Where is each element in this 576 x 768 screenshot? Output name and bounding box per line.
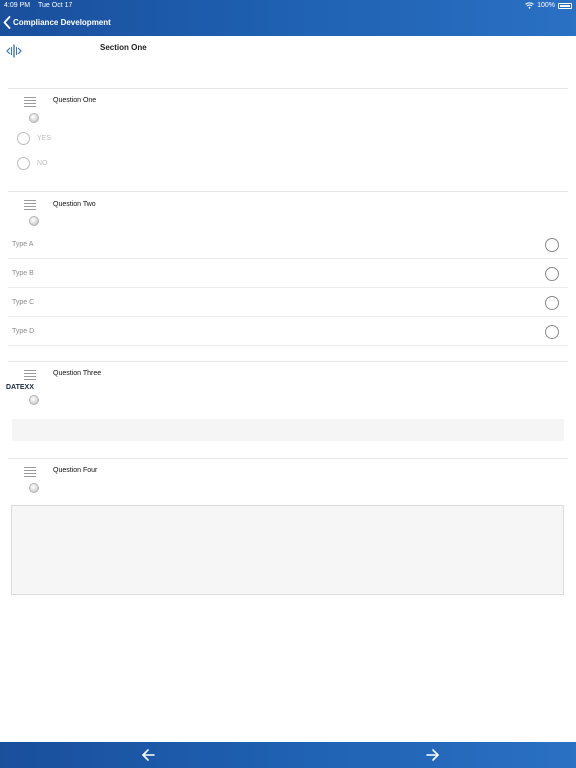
date-input[interactable] <box>12 419 564 441</box>
option-divider <box>8 345 568 346</box>
section-toggle[interactable] <box>6 44 22 58</box>
datexx-tag: DATEXX <box>6 384 34 391</box>
divider <box>8 361 568 362</box>
radio-no[interactable] <box>17 157 30 170</box>
divider <box>8 458 568 459</box>
option-divider <box>8 258 568 259</box>
radio-yes[interactable] <box>17 132 30 145</box>
question-three-label: Question Three <box>53 370 102 377</box>
expand-horizontal-icon <box>6 44 22 58</box>
question-two-label: Question Two <box>53 201 96 208</box>
list-icon <box>24 200 36 212</box>
list-icon <box>24 97 36 109</box>
option-type-b-radio[interactable] <box>545 267 559 281</box>
wifi-icon <box>525 2 534 9</box>
battery-percent: 100% <box>537 2 555 9</box>
chevron-left-icon <box>3 16 11 29</box>
answer-textarea[interactable] <box>11 505 564 595</box>
divider <box>8 88 568 89</box>
status-bar: 4:09 PM Tue Oct 17 100% <box>0 0 576 12</box>
status-dot-icon <box>29 113 39 123</box>
option-type-d-label: Type D <box>12 328 35 335</box>
status-date: Tue Oct 17 <box>38 2 73 9</box>
option-type-c-label: Type C <box>12 299 35 306</box>
status-time: 4:09 PM <box>4 2 31 9</box>
option-type-b-label: Type B <box>12 270 34 277</box>
option-divider <box>8 316 568 317</box>
question-one-label: Question One <box>53 97 97 104</box>
option-type-a-label: Type A <box>12 241 34 248</box>
section-title: Section One <box>100 43 147 52</box>
status-dot-icon <box>29 216 39 226</box>
nav-title: Compliance Development <box>13 18 111 27</box>
divider <box>8 191 568 192</box>
next-button[interactable] <box>422 748 442 762</box>
option-type-c-radio[interactable] <box>545 296 559 310</box>
status-dot-icon <box>29 483 39 493</box>
prev-button[interactable] <box>139 748 159 762</box>
question-four-label: Question Four <box>53 467 98 474</box>
option-type-d-radio[interactable] <box>545 325 559 339</box>
option-type-a-radio[interactable] <box>545 238 559 252</box>
option-divider <box>8 287 568 288</box>
arrow-right-icon <box>426 749 439 761</box>
app-header: 4:09 PM Tue Oct 17 100% Compliance Devel… <box>0 0 576 36</box>
battery-icon <box>558 2 572 9</box>
arrow-left-icon <box>142 749 155 761</box>
radio-no-label: NO <box>37 160 48 167</box>
back-button[interactable]: Compliance Development <box>3 16 111 29</box>
status-right: 100% <box>525 2 572 9</box>
status-dot-icon <box>29 395 39 405</box>
radio-yes-label: YES <box>37 135 52 142</box>
list-icon <box>24 370 36 382</box>
footer-bar <box>0 742 576 768</box>
list-icon <box>24 467 36 479</box>
